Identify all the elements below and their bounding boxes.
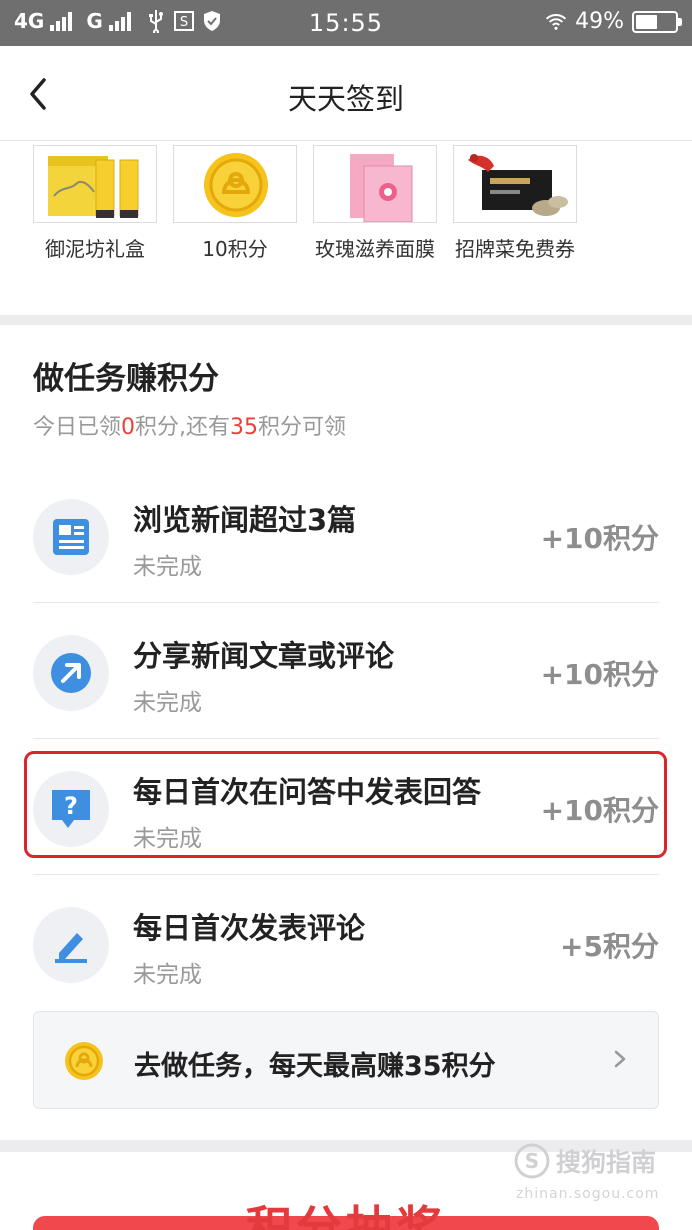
task-points: +10积分: [540, 522, 659, 555]
svg-text:S: S: [525, 1149, 539, 1173]
status-bar: 4G G S 15:55 49%: [0, 0, 692, 46]
section-title: 做任务赚积分: [33, 361, 219, 397]
wifi-icon: [545, 11, 567, 33]
chevron-right-icon: [614, 1050, 626, 1068]
news-icon: [33, 499, 109, 575]
sogou-watermark: S 搜狗指南: [514, 1143, 656, 1179]
coupon-image: [453, 145, 577, 223]
go-tasks-label: 去做任务，每天最高赚35积分: [134, 1051, 496, 1082]
reward-name: 御泥坊礼盒: [45, 237, 145, 261]
task-status: 未完成: [133, 554, 202, 580]
task-points: +5积分: [560, 930, 659, 963]
task-status: 未完成: [133, 690, 202, 716]
tasks-section: 做任务赚积分 今日已领0积分,还有35积分可领 浏览新闻超过3篇 未完成 +10…: [0, 325, 692, 1140]
task-points: +10积分: [540, 658, 659, 691]
task-name: 浏览新闻超过3篇: [133, 503, 357, 537]
section-divider: [0, 315, 692, 325]
claimed-points: 0: [121, 415, 136, 440]
share-icon: [33, 635, 109, 711]
points-summary: 今日已领0积分,还有35积分可领: [33, 409, 346, 441]
task-name: 分享新闻文章或评论: [133, 639, 395, 673]
task-share-article[interactable]: 分享新闻文章或评论 未完成 +10积分: [33, 603, 659, 739]
page-title: 天天签到: [287, 82, 404, 116]
app-header: 天天签到: [0, 46, 692, 141]
reward-item-coupon[interactable]: 招牌菜免费券: [453, 145, 577, 262]
watermark-brand: 搜狗指南: [556, 1148, 657, 1177]
gift-box-image: [33, 145, 157, 223]
reward-item-points[interactable]: 10积分: [173, 145, 297, 262]
sogou-logo-icon: S: [514, 1143, 550, 1179]
remaining-points: 35: [230, 415, 259, 440]
reward-item-gift-box[interactable]: 御泥坊礼盒: [33, 145, 157, 262]
rewards-strip: 御泥坊礼盒 10积分 玫瑰滋养面膜 招牌菜免费券: [0, 141, 692, 315]
pen-icon: [33, 907, 109, 983]
reward-name: 玫瑰滋养面膜: [315, 237, 435, 261]
coin-icon: [65, 1042, 103, 1080]
watermark-url: zhinan.sogou.com: [516, 1186, 660, 1202]
go-tasks-button[interactable]: 去做任务，每天最高赚35积分: [33, 1011, 659, 1109]
summary-text: 今日已领: [33, 415, 122, 440]
battery-percent: 49%: [575, 9, 624, 34]
coin-image: [173, 145, 297, 223]
reward-name: 招牌菜免费券: [455, 237, 575, 261]
task-name: 每日首次发表评论: [133, 911, 366, 945]
battery-icon: [632, 10, 682, 33]
highlight-box: [24, 751, 667, 858]
summary-text: 积分可领: [258, 415, 347, 440]
task-browse-news[interactable]: 浏览新闻超过3篇 未完成 +10积分: [33, 467, 659, 603]
reward-name: 10积分: [202, 237, 268, 261]
summary-text: 积分,还有: [135, 415, 231, 440]
task-status: 未完成: [133, 962, 202, 988]
reward-item-mask[interactable]: 玫瑰滋养面膜: [313, 145, 437, 262]
task-post-comment[interactable]: 每日首次发表评论 未完成 +5积分: [33, 875, 659, 1011]
face-mask-image: [313, 145, 437, 223]
